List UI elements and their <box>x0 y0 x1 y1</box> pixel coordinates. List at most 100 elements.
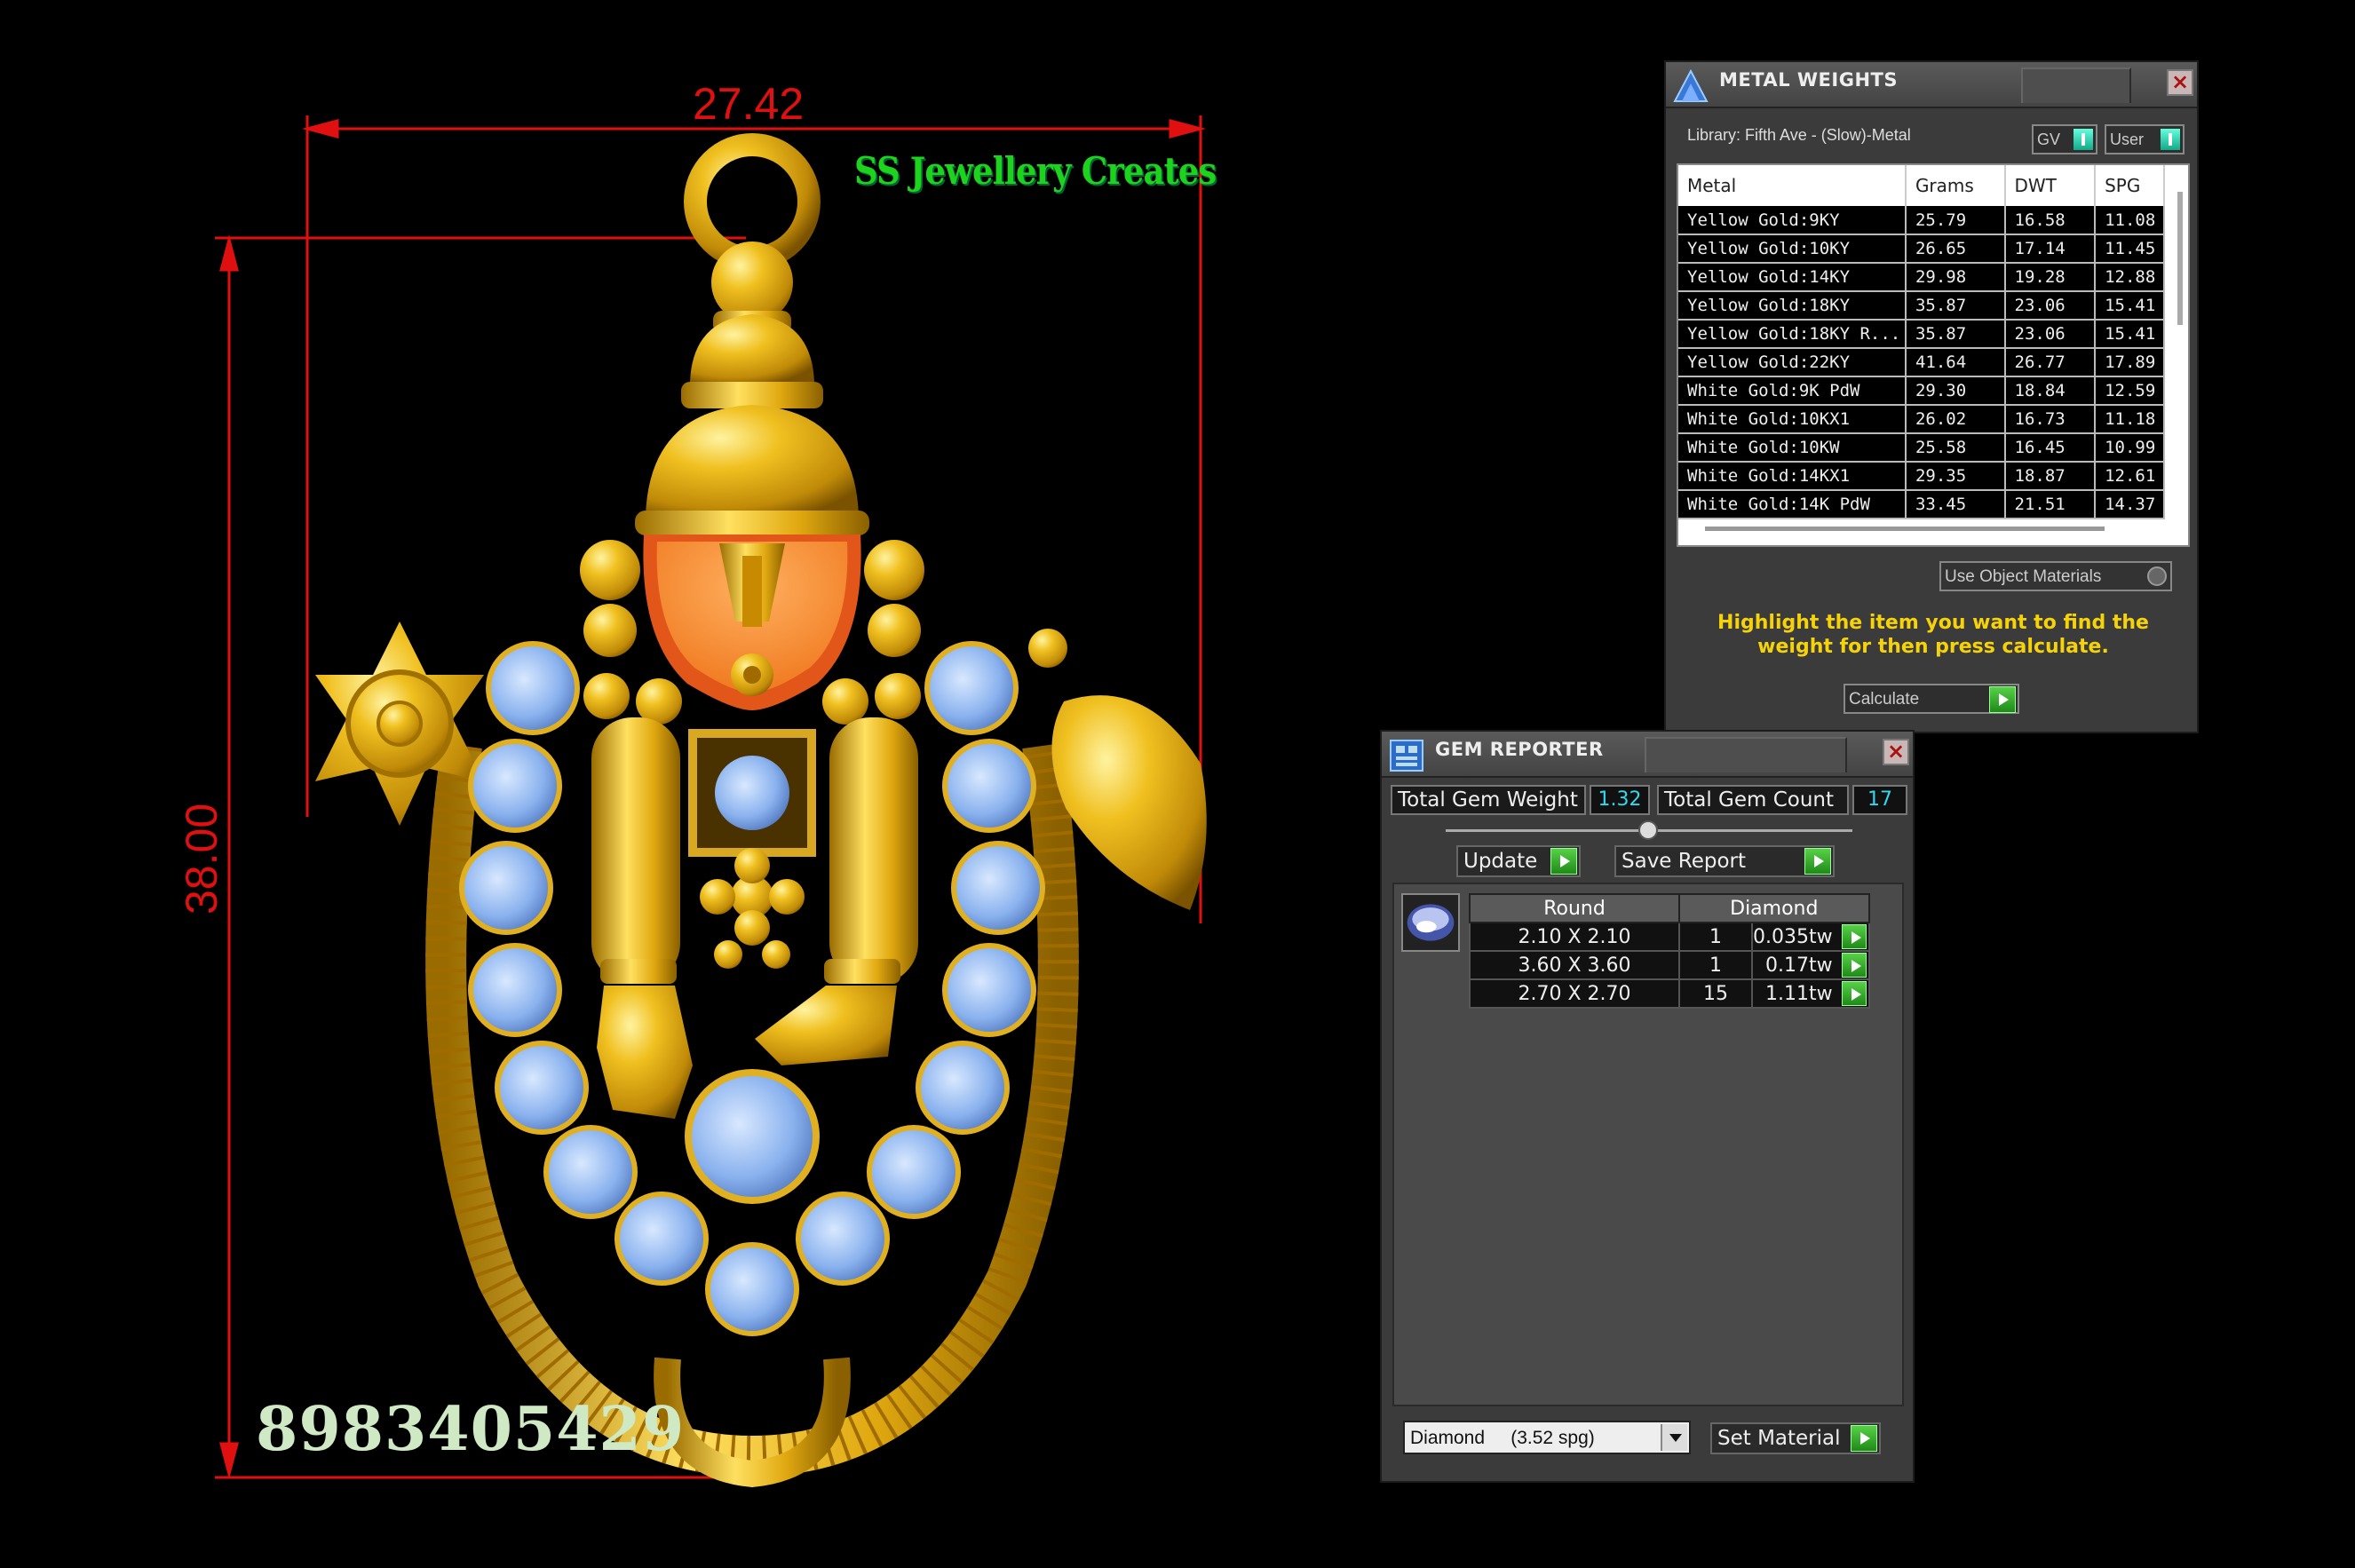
gem-slider[interactable] <box>1446 820 1852 840</box>
gem-count-cell: 1 <box>1678 922 1753 952</box>
table-cell: 10.99 <box>2095 433 2165 463</box>
material-select-value: Diamond (3.52 spg) <box>1410 1428 1595 1448</box>
table-row[interactable]: White Gold:14K PdW 33.45 21.51 14.37 <box>1678 490 2165 519</box>
table-row[interactable]: Yellow Gold:10KY 26.65 17.14 11.45 <box>1678 234 2165 264</box>
chevron-down-icon[interactable] <box>1661 1424 1687 1451</box>
gem-reporter-titlebar[interactable]: GEM REPORTER × <box>1382 732 1913 778</box>
info-icon <box>2161 129 2180 150</box>
table-cell: 12.88 <box>2095 263 2165 292</box>
gem-row[interactable]: 2.10 X 2.10 1 0.035tw <box>1469 922 1870 952</box>
table-cell: 25.79 <box>1905 206 2006 235</box>
user-toggle-label: User <box>2110 131 2145 148</box>
update-button[interactable]: Update <box>1456 845 1581 877</box>
column-header-diamond: Diamond <box>1678 893 1870 923</box>
table-cell: 12.61 <box>2095 462 2165 491</box>
gv-toggle[interactable]: GV <box>2032 124 2097 154</box>
user-toggle[interactable]: User <box>2105 124 2185 154</box>
table-cell: White Gold:14K PdW <box>1678 490 1907 519</box>
table-row[interactable]: Yellow Gold:9KY 25.79 16.58 11.08 <box>1678 206 2165 235</box>
table-row[interactable]: Yellow Gold:18KY R... 35.87 23.06 15.41 <box>1678 320 2165 349</box>
hint-text: Highlight the item you want to find the … <box>1717 612 2149 658</box>
close-icon[interactable]: × <box>2167 69 2193 96</box>
table-cell: Yellow Gold:10KY <box>1678 234 1907 264</box>
table-cell: 25.58 <box>1905 433 2006 463</box>
table-cell: 17.14 <box>2004 234 2097 264</box>
table-cell: 16.73 <box>2004 405 2097 434</box>
table-cell: 14.37 <box>2095 490 2165 519</box>
vertical-scrollbar[interactable] <box>2177 192 2183 325</box>
gem-count-cell: 15 <box>1678 978 1753 1009</box>
table-cell: White Gold:10KW <box>1678 433 1907 463</box>
metal-weights-title: METAL WEIGHTS <box>1719 69 1898 91</box>
table-cell: 11.08 <box>2095 206 2165 235</box>
table-row[interactable]: Yellow Gold:18KY 35.87 23.06 15.41 <box>1678 291 2165 321</box>
gem-weight-cell: 1.11tw <box>1751 978 1870 1009</box>
total-gem-weight-value: 1.32 <box>1590 785 1650 815</box>
gem-weight-cell: 0.17tw <box>1751 950 1870 980</box>
watermark-text: SS Jewellery Creates <box>854 149 1217 193</box>
table-cell: 23.06 <box>2004 291 2097 321</box>
table-row[interactable]: White Gold:10KX1 26.02 16.73 11.18 <box>1678 405 2165 434</box>
gem-row[interactable]: 3.60 X 3.60 1 0.17tw <box>1469 950 1870 980</box>
table-cell: 29.98 <box>1905 263 2006 292</box>
column-header-dwt[interactable]: DWT <box>2004 165 2097 206</box>
table-cell: 15.41 <box>2095 291 2165 321</box>
calculate-button[interactable]: Calculate <box>1844 684 2019 714</box>
set-material-button[interactable]: Set Material <box>1710 1422 1881 1454</box>
table-cell: 35.87 <box>1905 320 2006 349</box>
gem-size-cell: 2.10 X 2.10 <box>1469 922 1680 952</box>
close-icon[interactable]: × <box>1883 739 1909 765</box>
table-cell: 33.45 <box>1905 490 2006 519</box>
radio-icon <box>2147 566 2167 586</box>
table-cell: 18.84 <box>2004 376 2097 406</box>
table-cell: 23.06 <box>2004 320 2097 349</box>
horizontal-scrollbar[interactable] <box>1705 527 2105 531</box>
gem-table[interactable]: Round Diamond 2.10 X 2.10 1 0.035tw 3.60 X … <box>1469 893 1870 1009</box>
gem-row[interactable]: 2.70 X 2.70 15 1.11tw <box>1469 978 1870 1009</box>
table-cell: Yellow Gold:22KY <box>1678 348 1907 377</box>
column-header-spg[interactable]: SPG <box>2095 165 2165 206</box>
table-cell: 16.58 <box>2004 206 2097 235</box>
save-report-label: Save Report <box>1622 850 1747 873</box>
table-cell: Yellow Gold:18KY R... <box>1678 320 1907 349</box>
table-row[interactable]: Yellow Gold:22KY 41.64 26.77 17.89 <box>1678 348 2165 377</box>
pendant-body <box>315 133 1207 1488</box>
play-icon[interactable] <box>1841 981 1867 1006</box>
play-icon[interactable] <box>1841 924 1867 949</box>
save-report-button[interactable]: Save Report <box>1614 845 1835 877</box>
library-label: Library: Fifth Ave - (Slow)-Metal <box>1687 126 1911 144</box>
table-cell: White Gold:14KX1 <box>1678 462 1907 491</box>
dimension-width-label: 27.42 <box>693 79 805 129</box>
metal-weights-titlebar[interactable]: METAL WEIGHTS × <box>1666 62 2197 108</box>
titlebar-tab <box>2021 67 2131 103</box>
table-row[interactable]: Yellow Gold:14KY 29.98 19.28 12.88 <box>1678 263 2165 292</box>
play-icon <box>1550 848 1577 875</box>
total-gem-count-value: 17 <box>1852 785 1907 815</box>
gem-reporter-title: GEM REPORTER <box>1435 739 1604 760</box>
gem-weight-value: 0.035tw <box>1753 925 1833 948</box>
play-icon[interactable] <box>1841 953 1867 978</box>
gem-reporter-icon <box>1390 740 1423 772</box>
material-select[interactable]: Diamond (3.52 spg) <box>1403 1421 1691 1454</box>
column-header-grams[interactable]: Grams <box>1905 165 2006 206</box>
gem-size-cell: 2.70 X 2.70 <box>1469 978 1680 1009</box>
table-cell: 16.45 <box>2004 433 2097 463</box>
titlebar-tab <box>1645 737 1847 772</box>
gem-list[interactable]: Round Diamond 2.10 X 2.10 1 0.035tw 3.60 X … <box>1392 883 1904 1406</box>
slider-thumb[interactable] <box>1638 820 1658 840</box>
table-row[interactable]: White Gold:9K PdW 29.30 18.84 12.59 <box>1678 376 2165 406</box>
use-object-materials-toggle[interactable]: Use Object Materials <box>1939 561 2172 591</box>
column-header-metal[interactable]: Metal <box>1678 165 1907 206</box>
table-cell: 29.35 <box>1905 462 2006 491</box>
table-row[interactable]: White Gold:10KW 25.58 16.45 10.99 <box>1678 433 2165 463</box>
table-cell: 26.02 <box>1905 405 2006 434</box>
gem-count-cell: 1 <box>1678 950 1753 980</box>
play-icon <box>1989 686 2016 713</box>
gem-weight-cell: 0.035tw <box>1751 922 1870 952</box>
table-cell: 19.28 <box>2004 263 2097 292</box>
table-cell: 15.41 <box>2095 320 2165 349</box>
table-row[interactable]: White Gold:14KX1 29.35 18.87 12.61 <box>1678 462 2165 491</box>
metal-weights-icon <box>1673 68 1709 102</box>
metal-weights-table[interactable]: Metal Grams DWT SPG Yellow Gold:9KY 25.79… <box>1677 163 2190 547</box>
table-cell: 35.87 <box>1905 291 2006 321</box>
